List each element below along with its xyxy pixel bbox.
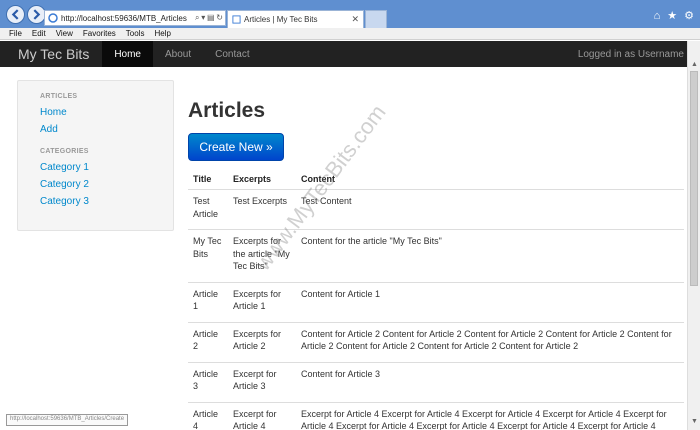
back-button[interactable]: [6, 5, 25, 24]
cell-title: Article 3: [188, 361, 228, 402]
column-content: Content: [296, 169, 684, 190]
sidebar-link-category-1[interactable]: Category 1: [40, 162, 173, 174]
sidebar-link-category-3[interactable]: Category 3: [40, 196, 173, 208]
menu-bar: File Edit View Favorites Tools Help: [0, 28, 700, 40]
column-title: Title: [188, 169, 228, 190]
nav-home[interactable]: Home: [102, 41, 153, 67]
scrollbar-thumb[interactable]: [690, 71, 698, 286]
menu-favorites[interactable]: Favorites: [83, 29, 116, 38]
sidebar-link-add[interactable]: Add: [40, 124, 173, 136]
menu-edit[interactable]: Edit: [32, 29, 46, 38]
sidebar-articles-heading: ARTICLES: [40, 93, 78, 100]
menu-help[interactable]: Help: [154, 29, 170, 38]
forward-arrow-icon: [33, 9, 41, 20]
main-content: Articles Create New » Title Excerpts Con…: [188, 99, 684, 430]
cell-excerpt: Excerpts for Article 2: [228, 321, 296, 362]
menu-view[interactable]: View: [56, 29, 73, 38]
address-bar[interactable]: http://localhost:59636/MTB_Articles ⌕ ▾ …: [44, 10, 226, 26]
dropdown-icon[interactable]: ▾: [201, 13, 205, 23]
table-row: Article 1 Excerpts for Article 1 Content…: [188, 281, 684, 322]
ie-page-icon: [48, 13, 58, 23]
cell-title: Article 2: [188, 321, 228, 362]
compat-view-icon[interactable]: ▤: [207, 13, 215, 23]
address-url[interactable]: http://localhost:59636/MTB_Articles: [61, 14, 195, 23]
sidebar-link-category-2[interactable]: Category 2: [40, 179, 173, 191]
close-tab-icon[interactable]: ✕: [351, 14, 359, 25]
table-row: Article 4 Excerpt for Article 4 Excerpt …: [188, 401, 684, 430]
search-icon[interactable]: ⌕: [195, 13, 199, 23]
settings-gear-icon[interactable]: ⚙: [684, 10, 694, 22]
status-bar-url: http://localhost:59636/MTB_Articles/Crea…: [6, 414, 129, 426]
cell-content: Content for the article "My Tec Bits": [296, 229, 684, 282]
cell-content: Content for Article 2 Content for Articl…: [296, 321, 684, 362]
browser-tab-active[interactable]: Articles | My Tec Bits ✕: [227, 10, 364, 28]
home-icon[interactable]: ⌂: [654, 10, 661, 22]
table-header-row: Title Excerpts Content: [188, 169, 684, 190]
page-title: Articles: [188, 99, 266, 122]
sidebar: ARTICLES Home Add CATEGORIES Category 1 …: [17, 80, 174, 231]
menu-tools[interactable]: Tools: [126, 29, 145, 38]
scroll-down-icon[interactable]: ▼: [691, 418, 698, 425]
nav-about[interactable]: About: [153, 41, 203, 67]
menu-file[interactable]: File: [9, 29, 22, 38]
cell-title: My Tec Bits: [188, 229, 228, 282]
table-row: Test Article Test Excerpts Test Content: [188, 189, 684, 230]
cell-excerpt: Excerpt for Article 4: [228, 401, 296, 430]
cell-title: Article 4: [188, 401, 228, 430]
cell-title: Test Article: [188, 189, 228, 230]
login-status[interactable]: Logged in as Username: [578, 49, 684, 60]
cell-content: Excerpt for Article 4 Excerpt for Articl…: [296, 401, 684, 430]
site-brand[interactable]: My Tec Bits: [18, 46, 89, 62]
column-excerpts: Excerpts: [228, 169, 296, 190]
cell-content: Content for Article 1: [296, 281, 684, 322]
new-tab-button[interactable]: [365, 10, 387, 28]
table-row: Article 3 Excerpt for Article 3 Content …: [188, 361, 684, 402]
cell-excerpt: Excerpts for Article 1: [228, 281, 296, 322]
back-arrow-icon: [11, 9, 19, 20]
cell-content: Test Content: [296, 189, 684, 230]
cell-title: Article 1: [188, 281, 228, 322]
browser-titlebar: http://localhost:59636/MTB_Articles ⌕ ▾ …: [0, 0, 700, 28]
favorites-star-icon[interactable]: ★: [667, 10, 677, 22]
tab-page-icon: [232, 15, 241, 24]
scroll-up-icon[interactable]: ▲: [691, 61, 698, 68]
cell-excerpt: Excerpt for Article 3: [228, 361, 296, 402]
create-new-button[interactable]: Create New »: [188, 133, 284, 161]
vertical-scrollbar[interactable]: ▲ ▼: [687, 41, 700, 430]
articles-table: Title Excerpts Content Test Article Test…: [188, 169, 684, 430]
nav-contact[interactable]: Contact: [203, 41, 261, 67]
cell-content: Content for Article 3: [296, 361, 684, 402]
sidebar-link-home[interactable]: Home: [40, 107, 173, 119]
site-navbar: My Tec Bits Home About Contact Logged in…: [0, 41, 687, 67]
tab-title: Articles | My Tec Bits: [244, 15, 318, 24]
table-row: Article 2 Excerpts for Article 2 Content…: [188, 321, 684, 362]
refresh-icon[interactable]: ↻: [216, 13, 223, 23]
sidebar-categories-heading: CATEGORIES: [40, 148, 89, 155]
